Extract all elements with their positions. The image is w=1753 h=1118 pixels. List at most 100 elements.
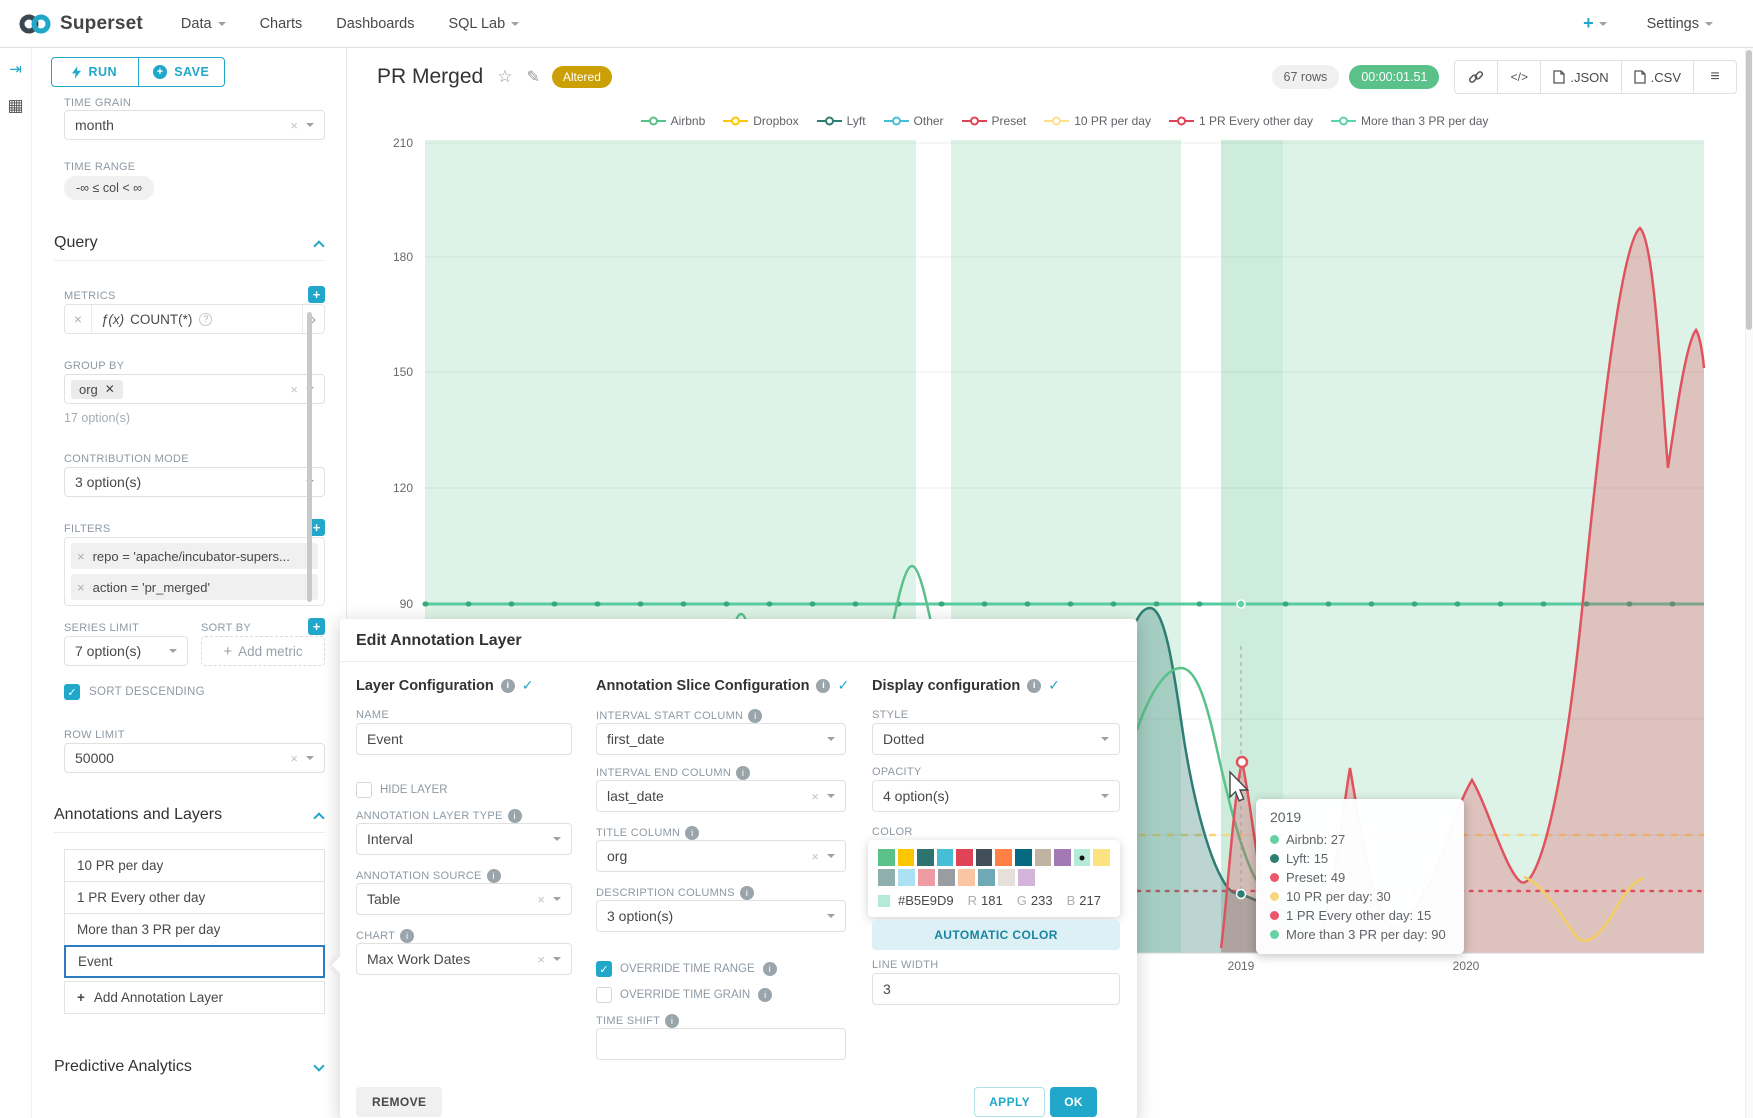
clear-icon[interactable]: × [537,952,545,967]
metric-pill[interactable]: × ƒ(x) COUNT(*) ? › [64,304,325,334]
color-swatch[interactable] [918,869,935,886]
time-range-pill[interactable]: -∞ ≤ col < ∞ [64,176,154,200]
info-icon[interactable]: i [400,929,414,943]
color-swatch[interactable] [1015,849,1032,866]
g-value[interactable]: 233 [1031,893,1053,908]
checkbox-unchecked-icon[interactable] [356,782,372,798]
filter-pill[interactable]: ×repo = 'apache/incubator-supers...› [71,543,318,569]
save-button[interactable]: + SAVE [139,58,225,86]
color-swatch[interactable] [1018,869,1035,886]
annotation-layer-item[interactable]: 1 PR Every other day [64,881,325,914]
color-swatch[interactable] [998,869,1015,886]
remove-filter-icon[interactable]: × [77,549,85,564]
line-width-input[interactable] [872,973,1120,1005]
color-swatch[interactable] [898,869,915,886]
name-input[interactable] [356,723,572,755]
override-time-grain-row[interactable]: OVERRIDE TIME GRAIN i [596,987,772,1003]
remove-button[interactable]: REMOVE [356,1087,442,1117]
annotation-layer-item[interactable]: 10 PR per day [64,849,325,882]
legend-item[interactable]: Other [884,114,944,128]
color-swatch[interactable] [956,849,973,866]
time-shift-input[interactable] [596,1028,846,1060]
ok-button[interactable]: OK [1050,1087,1097,1117]
automatic-color-button[interactable]: AUTOMATIC COLOR [872,920,1120,950]
legend-item[interactable]: Preset [962,114,1027,128]
remove-metric-icon[interactable]: × [65,305,92,333]
info-icon[interactable]: i [748,709,762,723]
annotation-source-select[interactable]: Table × [356,883,572,915]
clear-icon[interactable]: × [811,789,819,804]
sort-by-add-metric[interactable]: +Add metric [201,636,325,666]
apply-button[interactable]: APPLY [974,1087,1045,1117]
clear-icon[interactable]: × [290,751,298,766]
interval-end-select[interactable]: last_date × [596,780,846,812]
nav-item-data[interactable]: Data [181,16,226,32]
info-icon[interactable]: i [501,679,515,693]
checkbox-unchecked-icon[interactable] [596,987,612,1003]
series-limit-select[interactable]: 7 option(s) [64,636,188,666]
color-swatch[interactable] [878,849,895,866]
color-swatch[interactable] [917,849,934,866]
add-annotation-layer-button[interactable]: + Add Annotation Layer [64,981,325,1014]
copy-link-button[interactable] [1454,60,1498,94]
info-icon[interactable]: i [1027,679,1041,693]
description-columns-select[interactable]: 3 option(s) [596,900,846,932]
superset-logo[interactable]: Superset [18,12,143,36]
edit-title-icon[interactable]: ✎ [526,67,539,87]
override-time-range-row[interactable]: ✓ OVERRIDE TIME RANGE i [596,961,777,977]
export-json-button[interactable]: .JSON [1540,60,1621,94]
embed-code-button[interactable]: </> [1497,60,1541,94]
r-value[interactable]: 181 [981,893,1003,908]
color-swatch[interactable] [878,869,895,886]
color-swatch[interactable] [978,869,995,886]
interval-start-select[interactable]: first_date [596,723,846,755]
info-icon[interactable]: i [508,809,522,823]
nav-item-dashboards[interactable]: Dashboards [336,16,414,32]
altered-badge[interactable]: Altered [552,66,612,88]
collapse-panel-icon[interactable]: ⇥ [9,60,22,78]
chart-menu-button[interactable]: ≡ [1693,60,1737,94]
legend-item[interactable]: Lyft [817,114,866,128]
hex-value[interactable]: #B5E9D9 [898,893,954,908]
collapse-query-icon[interactable] [313,240,324,251]
opacity-select[interactable]: 4 option(s) [872,780,1120,812]
row-limit-select[interactable]: 50000 × [64,743,325,773]
color-swatch[interactable] [1054,849,1071,866]
filter-pill[interactable]: ×action = 'pr_merged'› [71,574,318,600]
page-scrollbar-track[interactable] [1745,48,1753,1118]
hide-layer-row[interactable]: HIDE LAYER [356,782,448,798]
nav-item-sqllab[interactable]: SQL Lab [448,16,519,32]
color-swatch[interactable] [1074,849,1091,866]
time-grain-select[interactable]: month × [64,110,325,140]
remove-chip-icon[interactable]: ✕ [105,382,115,396]
info-icon[interactable]: i [758,988,772,1002]
color-swatch[interactable] [937,849,954,866]
legend-item[interactable]: 10 PR per day [1044,114,1151,128]
annotation-layer-item[interactable]: More than 3 PR per day [64,913,325,946]
chart-select[interactable]: Max Work Dates × [356,943,572,975]
color-swatch[interactable] [958,869,975,886]
color-swatch[interactable] [1093,849,1110,866]
info-icon[interactable]: i [487,869,501,883]
annotation-layer-item[interactable]: Event [64,945,325,978]
legend-item[interactable]: Airbnb [641,114,706,128]
clear-icon[interactable]: × [811,849,819,864]
legend-item[interactable]: More than 3 PR per day [1331,114,1488,128]
collapse-annotations-icon[interactable] [313,812,324,823]
star-icon[interactable]: ☆ [497,67,512,87]
info-icon[interactable]: i [763,962,777,976]
expand-predictive-icon[interactable] [313,1060,324,1071]
clear-icon[interactable]: × [290,118,298,133]
clear-icon[interactable]: × [537,892,545,907]
b-value[interactable]: 217 [1079,893,1101,908]
run-button[interactable]: RUN [52,58,139,86]
group-by-select[interactable]: org✕ × [64,374,325,404]
legend-item[interactable]: 1 PR Every other day [1169,114,1313,128]
export-csv-button[interactable]: .CSV [1621,60,1694,94]
expand-metric-icon[interactable]: › [302,305,324,333]
info-icon[interactable]: i [740,886,754,900]
clear-icon[interactable]: × [290,382,298,397]
color-swatch[interactable] [995,849,1012,866]
add-sort-metric-button[interactable]: + [308,618,325,635]
color-swatch[interactable] [898,849,915,866]
